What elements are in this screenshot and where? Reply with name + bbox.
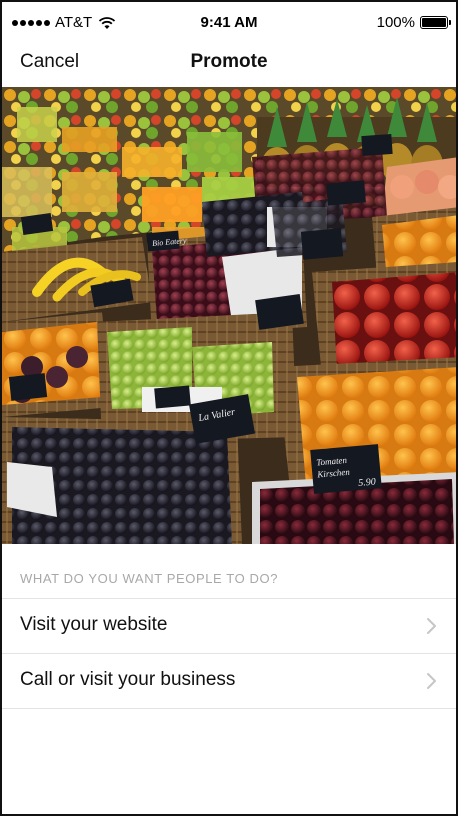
- option-visit-website[interactable]: Visit your website: [2, 599, 456, 653]
- status-right: 100%: [376, 14, 451, 31]
- divider: [2, 708, 456, 709]
- battery-percent: 100%: [376, 14, 415, 31]
- chevron-right-icon: [427, 618, 436, 634]
- page-title: Promote: [190, 51, 268, 72]
- svg-text:5.90: 5.90: [358, 476, 376, 488]
- battery-icon: [420, 16, 451, 29]
- promote-goal-heading: WHAT DO YOU WANT PEOPLE TO DO?: [20, 571, 279, 586]
- option-label: Visit your website: [20, 614, 168, 635]
- chevron-right-icon: [427, 673, 436, 689]
- post-photo: Bio Eatery La Valier Tomaten Kirschen 5.…: [2, 87, 456, 544]
- market-produce-photo: Bio Eatery La Valier Tomaten Kirschen 5.…: [2, 87, 456, 544]
- navigation-bar: Cancel Promote: [2, 42, 456, 87]
- status-bar: AT&T 9:41 AM 100%: [2, 2, 456, 42]
- option-label: Call or visit your business: [20, 669, 236, 690]
- promote-screen: AT&T 9:41 AM 100% Cancel Promote Bio Eat…: [0, 0, 458, 816]
- option-call-or-visit-business[interactable]: Call or visit your business: [2, 654, 456, 708]
